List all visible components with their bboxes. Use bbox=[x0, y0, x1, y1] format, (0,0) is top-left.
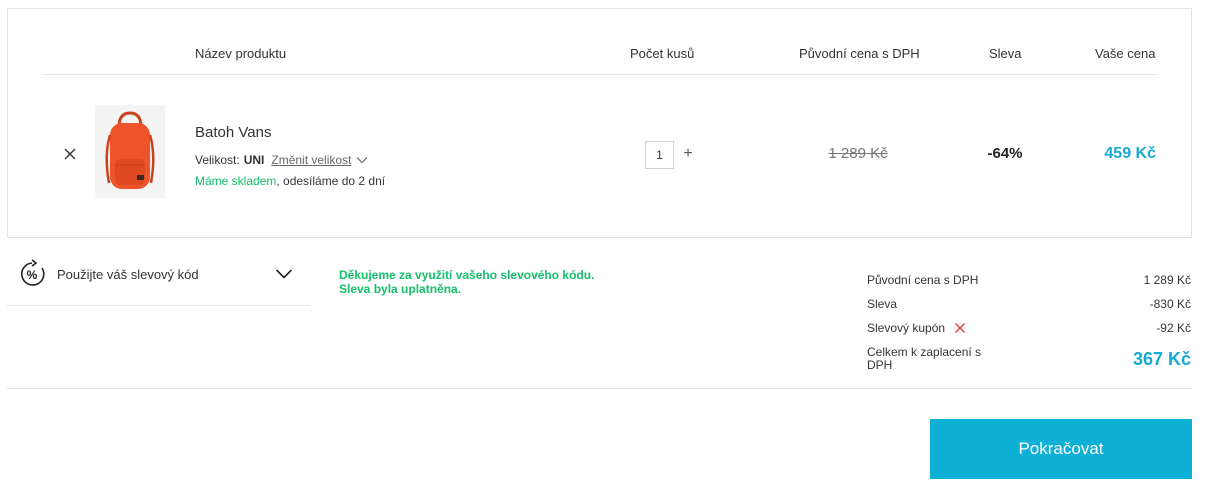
header-product-name: Název produktu bbox=[195, 46, 287, 61]
summary-coupon-label: Slevový kupón bbox=[867, 321, 946, 335]
coupon-applied-message: Děkujeme za využití vašeho slevového kód… bbox=[339, 268, 594, 296]
stock-line: Máme skladem, odesíláme do 2 dní bbox=[195, 174, 385, 188]
summary-discount-value: -830 Kč bbox=[1149, 297, 1191, 311]
product-name[interactable]: Batoh Vans bbox=[195, 124, 271, 141]
chevron-down-icon[interactable] bbox=[356, 156, 368, 164]
size-line: Velikost: UNI Změnit velikost bbox=[195, 153, 368, 167]
coupon-thanks-line1: Děkujeme za využití vašeho slevového kód… bbox=[339, 268, 595, 282]
summary-total-label: Celkem k zaplacení s DPH bbox=[867, 345, 982, 372]
summary-discount-label: Sleva bbox=[867, 297, 898, 311]
summary-coupon-label-row: Slevový kupón bbox=[867, 321, 966, 335]
cart-table: Název produktu Počet kusů Původní cena s… bbox=[7, 8, 1192, 238]
quantity-input[interactable]: 1 bbox=[645, 141, 674, 169]
coupon-thanks-line2: Sleva byla uplatněna. bbox=[339, 282, 462, 296]
summary-coupon-value: -92 Kč bbox=[1156, 321, 1191, 335]
product-image[interactable] bbox=[95, 105, 165, 198]
backpack-icon bbox=[105, 111, 155, 189]
item-original-price: 1 289 Kč bbox=[828, 145, 888, 162]
coupon-label: Použijte váš slevový kód bbox=[57, 267, 199, 282]
stock-status: Máme skladem bbox=[195, 174, 277, 188]
item-discount: -64% bbox=[987, 145, 1023, 162]
chevron-down-icon bbox=[275, 269, 293, 279]
remove-coupon-icon[interactable] bbox=[954, 322, 966, 334]
summary-total-value: 367 Kč bbox=[1132, 349, 1191, 369]
svg-text:%: % bbox=[27, 268, 38, 282]
shipping-note: , odesíláme do 2 dní bbox=[276, 174, 386, 188]
discount-percent-icon: % bbox=[20, 259, 45, 286]
header-discount: Sleva bbox=[989, 46, 1022, 61]
summary-original-value: 1 289 Kč bbox=[1143, 273, 1191, 287]
size-value: UNI bbox=[243, 153, 265, 167]
header-divider bbox=[42, 74, 1158, 75]
item-your-price: 459 Kč bbox=[1104, 145, 1156, 162]
header-quantity: Počet kusů bbox=[630, 46, 695, 61]
remove-item-button[interactable] bbox=[58, 142, 82, 166]
change-size-link[interactable]: Změnit velikost bbox=[271, 153, 351, 167]
header-original-price: Původní cena s DPH bbox=[799, 46, 920, 61]
close-icon bbox=[64, 148, 76, 160]
continue-button[interactable]: Pokračovat bbox=[930, 419, 1192, 479]
size-label: Velikost: bbox=[195, 153, 240, 167]
summary-divider bbox=[7, 388, 1192, 389]
quantity-plus-button[interactable]: + bbox=[680, 143, 696, 165]
coupon-toggle[interactable]: % Použijte váš slevový kód bbox=[7, 248, 310, 306]
summary-original-label: Původní cena s DPH bbox=[867, 273, 979, 287]
header-your-price: Vaše cena bbox=[1095, 46, 1156, 61]
